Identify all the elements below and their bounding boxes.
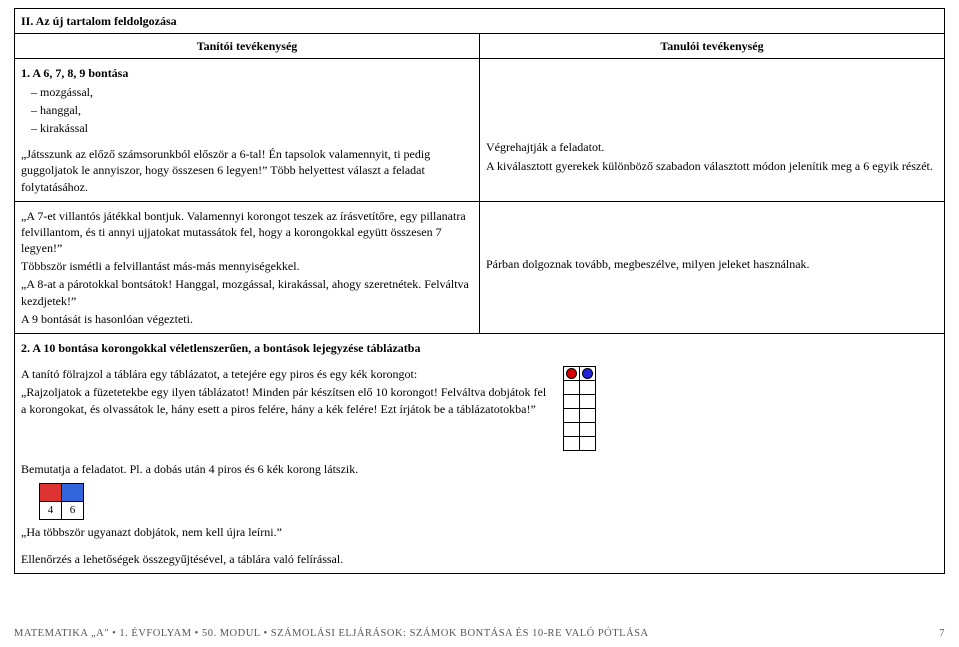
- lesson-table: II. Az új tartalom feldolgozása Tanítói …: [14, 8, 945, 574]
- red-disc-icon: [566, 368, 577, 379]
- section-header: II. Az új tartalom feldolgozása: [15, 9, 945, 34]
- student-text: Végrehajtják a feladatot.: [486, 139, 938, 155]
- example-blue-cell: [62, 484, 84, 502]
- example-grid: 4 6: [39, 483, 84, 520]
- section-title: II. Az új tartalom feldolgozása: [21, 14, 177, 28]
- item2-title: 2. A 10 bontása korongokkal véletlenszer…: [21, 340, 938, 356]
- tally-head-blue: [579, 367, 595, 381]
- item2-text: Ellenőrzés a lehetőségek összegyűjtéséve…: [21, 551, 938, 567]
- cell-teacher-1b: „A 7-et villantós játékkal bontjuk. Vala…: [15, 201, 480, 333]
- item-text: „A 7-et villantós játékkal bontjuk. Vala…: [21, 208, 473, 257]
- page-number: 7: [939, 627, 945, 641]
- student-text: Párban dolgoznak tovább, megbeszélve, mi…: [486, 256, 938, 272]
- page-footer: MATEMATIKA „A" • 1. ÉVFOLYAM • 50. MODUL…: [14, 627, 945, 641]
- item2-text: A tanító fölrajzol a táblára egy tábláza…: [21, 366, 553, 382]
- item-text: „A 8-at a párotokkal bontsátok! Hanggal,…: [21, 276, 473, 308]
- item2-text: Bemutatja a feladatot. Pl. a dobás után …: [21, 461, 553, 477]
- item-text: Többször ismétli a felvillantást más-más…: [21, 258, 473, 274]
- cell-teacher-1: 1. A 6, 7, 8, 9 bontása – mozgással, – h…: [15, 59, 480, 201]
- item-text: A 9 bontását is hasonlóan végezteti.: [21, 311, 473, 327]
- row-item-2: 2. A 10 bontása korongokkal véletlenszer…: [15, 334, 945, 574]
- tally-grid-template: [563, 366, 596, 451]
- cell-student-1b: Párban dolgoznak tovább, megbeszélve, mi…: [480, 201, 945, 333]
- example-blue-value: 6: [62, 502, 84, 520]
- item2-text: „Ha többször ugyanazt dobjátok, nem kell…: [21, 524, 938, 540]
- item2-text: „Rajzoljatok a füzetetekbe egy ilyen táb…: [21, 384, 553, 416]
- bullet: – hanggal,: [41, 102, 473, 118]
- cell-student-1: Végrehajtják a feladatot. A kiválasztott…: [480, 59, 945, 201]
- example-red-value: 4: [40, 502, 62, 520]
- student-text: A kiválasztott gyerekek különböző szabad…: [486, 158, 938, 174]
- col-header-student: Tanulói tevékenység: [480, 34, 945, 59]
- tally-head-red: [563, 367, 579, 381]
- row-item-1: 1. A 6, 7, 8, 9 bontása – mozgással, – h…: [15, 59, 945, 201]
- item1-text: „Játsszunk az előző számsorunkból előszö…: [21, 146, 473, 195]
- col-header-teacher: Tanítói tevékenység: [15, 34, 480, 59]
- bullet: – kirakással: [41, 120, 473, 136]
- blue-disc-icon: [582, 368, 593, 379]
- footer-module-text: MATEMATIKA „A" • 1. ÉVFOLYAM • 50. MODUL…: [14, 627, 649, 641]
- example-red-cell: [40, 484, 62, 502]
- cell-full-2: 2. A 10 bontása korongokkal véletlenszer…: [15, 334, 945, 574]
- bullet: – mozgással,: [41, 84, 473, 100]
- item1-title: 1. A 6, 7, 8, 9 bontása: [21, 65, 473, 81]
- row-item-1b: „A 7-et villantós játékkal bontjuk. Vala…: [15, 201, 945, 333]
